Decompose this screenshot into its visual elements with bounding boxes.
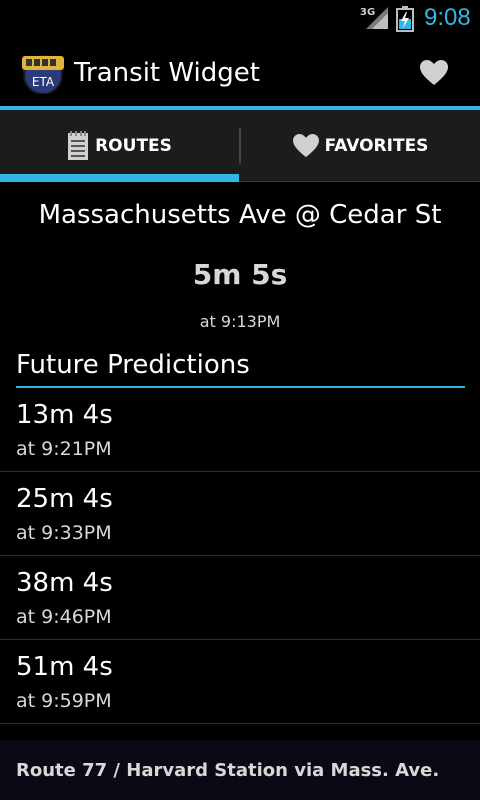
list-item[interactable]: 38m 4s at 9:46PM xyxy=(0,556,480,640)
list-item[interactable]: 13m 4s at 9:21PM xyxy=(0,388,480,472)
route-footer[interactable]: Route 77 / Harvard Station via Mass. Ave… xyxy=(0,740,480,800)
signal-icon xyxy=(366,7,388,29)
list-item[interactable]: 25m 4s at 9:33PM xyxy=(0,472,480,556)
future-predictions-header: Future Predictions xyxy=(16,350,250,380)
list-icon xyxy=(68,131,89,160)
prediction-eta: 25m 4s xyxy=(16,484,113,514)
next-arrival-time: at 9:13PM xyxy=(199,312,281,331)
stop-name: Massachusetts Ave @ Cedar St xyxy=(38,200,442,230)
tab-bar: ROUTES FAVORITES xyxy=(0,110,480,182)
tab-routes[interactable]: ROUTES xyxy=(0,110,239,182)
status-bar: 3G 9:08 xyxy=(0,0,480,38)
prediction-list: 13m 4s at 9:21PM 25m 4s at 9:33PM 38m 4s… xyxy=(0,388,480,724)
tab-favorites-label: FAVORITES xyxy=(324,136,429,156)
list-item[interactable]: 51m 4s at 9:59PM xyxy=(0,640,480,724)
battery-charging-icon xyxy=(396,6,414,32)
tab-favorites[interactable]: FAVORITES xyxy=(241,110,480,182)
prediction-eta: 51m 4s xyxy=(16,652,113,682)
prediction-eta: 13m 4s xyxy=(16,400,113,430)
prediction-time: at 9:46PM xyxy=(16,606,112,628)
prediction-time: at 9:33PM xyxy=(16,522,112,544)
tab-bottom-line xyxy=(239,181,480,182)
status-time: 9:08 xyxy=(424,4,471,31)
prediction-eta: 38m 4s xyxy=(16,568,113,598)
tab-routes-label: ROUTES xyxy=(95,136,172,156)
app-title: Transit Widget xyxy=(74,58,260,88)
prediction-time: at 9:59PM xyxy=(16,690,112,712)
prediction-time: at 9:21PM xyxy=(16,438,112,460)
tab-selected-indicator xyxy=(0,174,239,182)
route-description: Route 77 / Harvard Station via Mass. Ave… xyxy=(16,760,440,781)
heart-icon xyxy=(292,134,319,158)
heart-icon[interactable] xyxy=(420,60,448,86)
app-logo-text: ETA xyxy=(32,75,55,89)
app-logo-icon[interactable]: ETA xyxy=(20,52,66,94)
next-arrival-eta: 5m 5s xyxy=(192,258,288,291)
